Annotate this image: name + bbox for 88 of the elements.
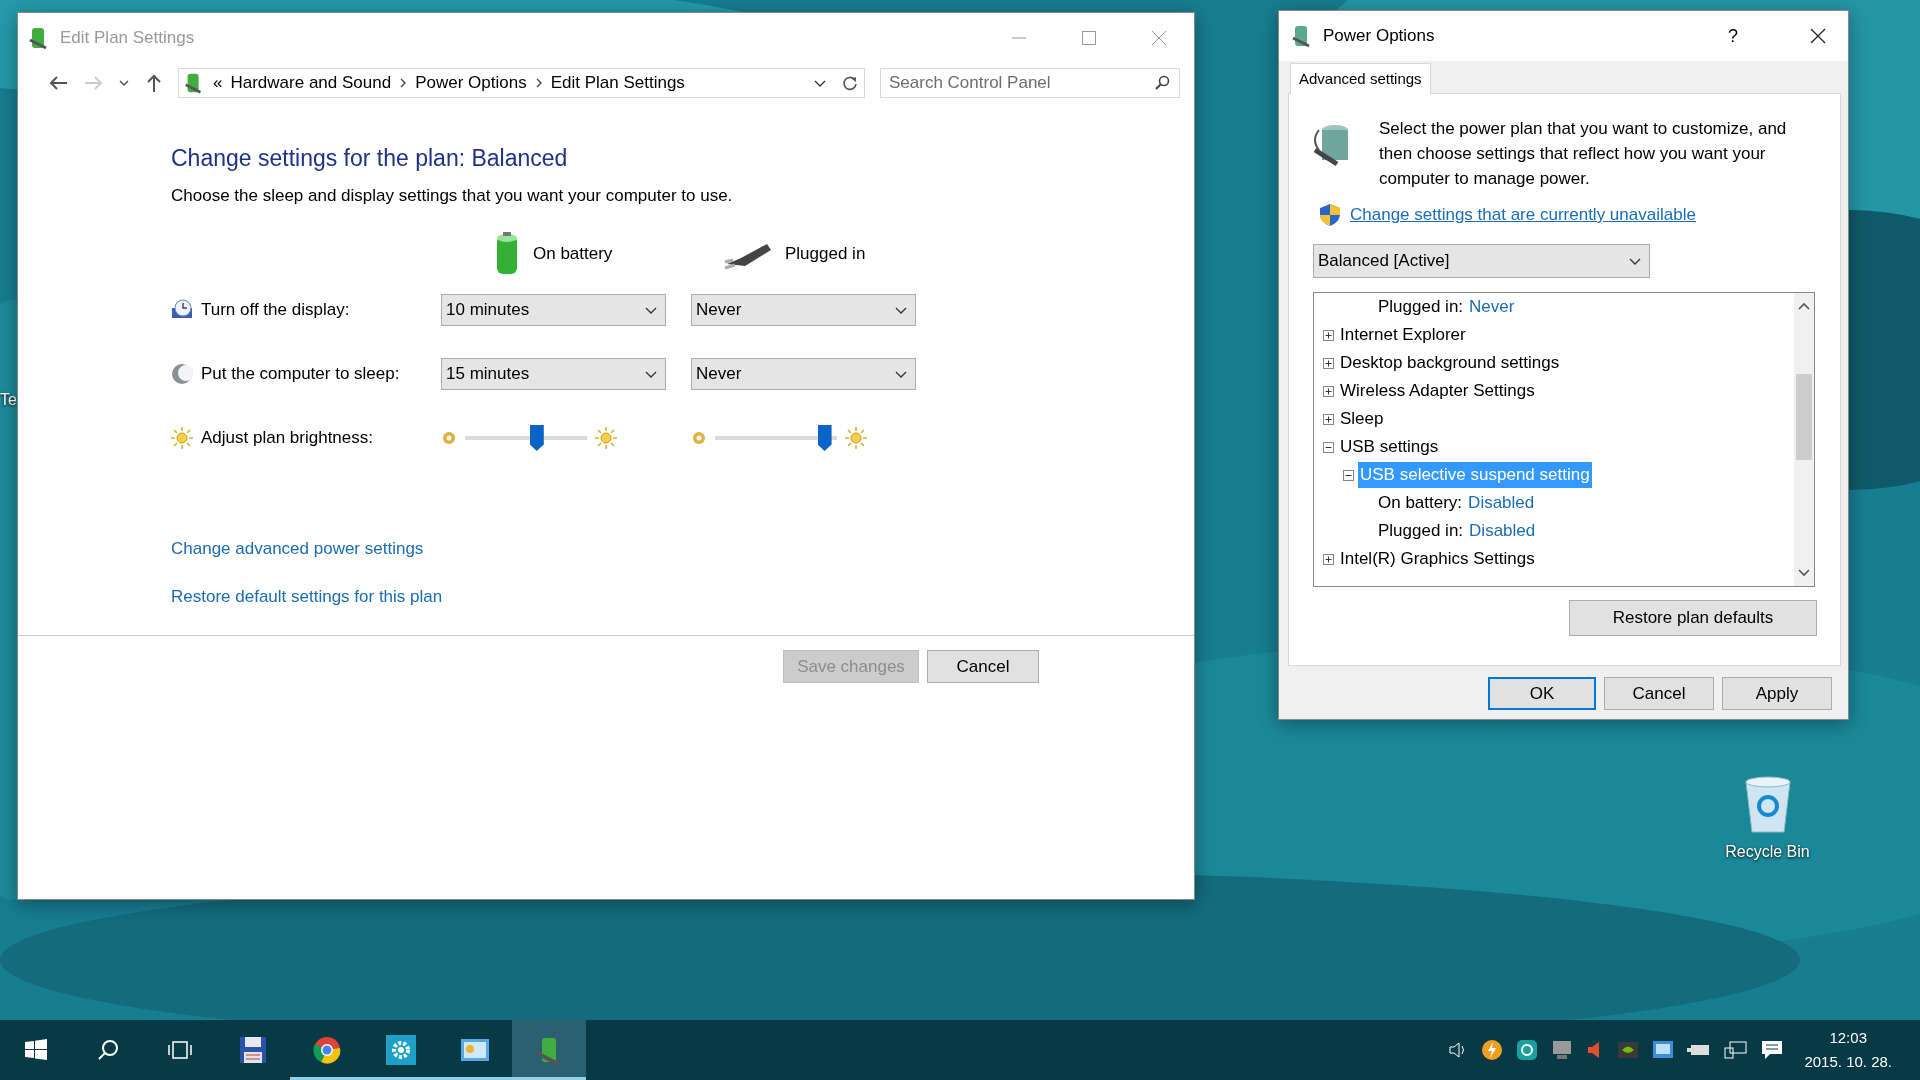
caret-icon[interactable] [119, 79, 129, 87]
tree-item[interactable]: Sleep [1338, 406, 1386, 432]
dim-brightness-icon [441, 430, 457, 447]
cancel-button[interactable]: Cancel [927, 650, 1039, 684]
breadcrumb-overflow[interactable]: « [213, 70, 223, 96]
desktop-icon-label: Te [0, 390, 17, 410]
bright-brightness-icon [595, 427, 617, 450]
tree-item[interactable]: Desktop background settings [1338, 350, 1562, 376]
dropdown[interactable]: 15 minutes [441, 358, 666, 391]
gear-icon [386, 1035, 416, 1065]
dropdown[interactable]: 10 minutes [441, 294, 666, 327]
admin-settings-link[interactable]: Change settings that are currently unavailable [1350, 202, 1696, 228]
page-description: Choose the sleep and display settings that you want your computer to use. [171, 184, 734, 207]
collapse-icon[interactable] [1323, 441, 1334, 453]
window-title: Edit Plan Settings [60, 27, 195, 50]
tree-item[interactable]: Internet Explorer [1338, 322, 1468, 348]
battery-icon[interactable] [1687, 1042, 1712, 1058]
collapse-icon[interactable] [1343, 469, 1354, 481]
refresh-icon [842, 75, 858, 91]
sun-icon [171, 427, 193, 450]
setting-row[interactable]: On battery: Disabled [1378, 490, 1535, 516]
start-icon[interactable] [25, 1039, 47, 1061]
chevron-down-icon [895, 305, 907, 315]
chevron-down-icon [645, 369, 657, 379]
window-title: Power Options [1323, 25, 1435, 48]
expand-icon[interactable] [1323, 385, 1334, 397]
dropdown[interactable]: Never [691, 294, 916, 327]
clock[interactable]: 12:03 2015. 10. 28. [1796, 1026, 1910, 1074]
maximize-icon[interactable] [1081, 30, 1097, 46]
browser-icon [312, 1035, 342, 1065]
column-header: On battery [533, 243, 613, 266]
address-bar[interactable]: « Hardware and Sound Power Options Edit Plan Settings [178, 68, 865, 98]
desktop-icon-label[interactable]: Recycle Bin [1725, 840, 1810, 864]
moon-icon [171, 363, 193, 386]
expand-icon[interactable] [1323, 357, 1334, 369]
chevron-down-icon [814, 78, 826, 88]
expand-icon[interactable] [1323, 553, 1334, 565]
task-view-icon[interactable] [167, 1040, 193, 1060]
chevron-right-icon [399, 78, 408, 88]
tree-item[interactable]: USB settings [1338, 434, 1441, 460]
chevron-down-icon [1629, 256, 1641, 266]
search-field[interactable]: Search Control Panel [880, 68, 1180, 98]
setting-label: Turn off the display: [201, 299, 350, 322]
setting-row[interactable]: Plugged in: Disabled [1378, 518, 1536, 544]
back-arrow-icon[interactable] [48, 75, 68, 91]
breadcrumb-item[interactable]: Power Options [415, 70, 527, 96]
breadcrumb-item[interactable]: Edit Plan Settings [550, 70, 685, 96]
notification-icon[interactable] [1761, 1040, 1784, 1060]
setting-label: Put the computer to sleep: [201, 363, 400, 386]
chevron-down-icon [895, 369, 907, 379]
page-heading: Change settings for the plan: Balanced [171, 145, 569, 173]
monitor-settings-icon[interactable] [1652, 1039, 1675, 1061]
expand-icon[interactable] [1323, 329, 1334, 341]
tree-item[interactable]: Wireless Adapter Settings [1338, 378, 1537, 404]
restore-defaults-button[interactable]: Restore plan defaults [1569, 600, 1817, 636]
tree-item[interactable]: Intel(R) Graphics Settings [1338, 546, 1537, 572]
breadcrumb-item[interactable]: Hardware and Sound [230, 70, 392, 96]
bright-brightness-icon [845, 427, 867, 450]
link[interactable]: Restore default settings for this plan [171, 583, 443, 610]
up-arrow-icon[interactable] [146, 73, 162, 93]
lightning-icon[interactable] [1481, 1039, 1504, 1061]
expand-icon[interactable] [1323, 413, 1334, 425]
graphics-card-icon[interactable] [1617, 1040, 1640, 1060]
scrollbar[interactable] [1794, 293, 1814, 586]
dialog-button[interactable]: OK [1488, 677, 1596, 710]
setting-label: Adjust plan brightness: [201, 427, 373, 450]
computer-icon[interactable] [1551, 1040, 1574, 1060]
dialog-button[interactable]: Apply [1722, 677, 1832, 710]
link[interactable]: Change advanced power settings [171, 536, 424, 562]
column-header: Plugged in [785, 243, 866, 266]
search-icon[interactable] [97, 1039, 119, 1061]
slider-thumb[interactable] [529, 425, 544, 452]
network-icon[interactable] [1724, 1040, 1749, 1060]
setting-row[interactable]: Plugged in: Never [1378, 294, 1515, 320]
slider-thumb[interactable] [817, 425, 832, 452]
plan-dropdown[interactable]: Balanced [Active] [1313, 244, 1650, 278]
dialog-description: Select the power plan that you want to customize, and then choose settings that reflect how you want your computer to manage power. [1379, 118, 1788, 190]
app-tray-icon[interactable] [1516, 1039, 1539, 1061]
shield-icon [1319, 202, 1341, 227]
tab[interactable]: Advanced settings [1290, 63, 1431, 94]
chevron-right-icon [534, 78, 543, 88]
close-icon[interactable] [1810, 28, 1826, 44]
dim-brightness-icon [691, 430, 707, 447]
chevron-down-icon [645, 305, 657, 315]
search-icon[interactable] [1154, 75, 1170, 91]
dialog-button[interactable]: Cancel [1604, 677, 1714, 710]
help-button[interactable]: ? [1728, 22, 1738, 50]
dropdown[interactable]: Never [691, 358, 916, 391]
